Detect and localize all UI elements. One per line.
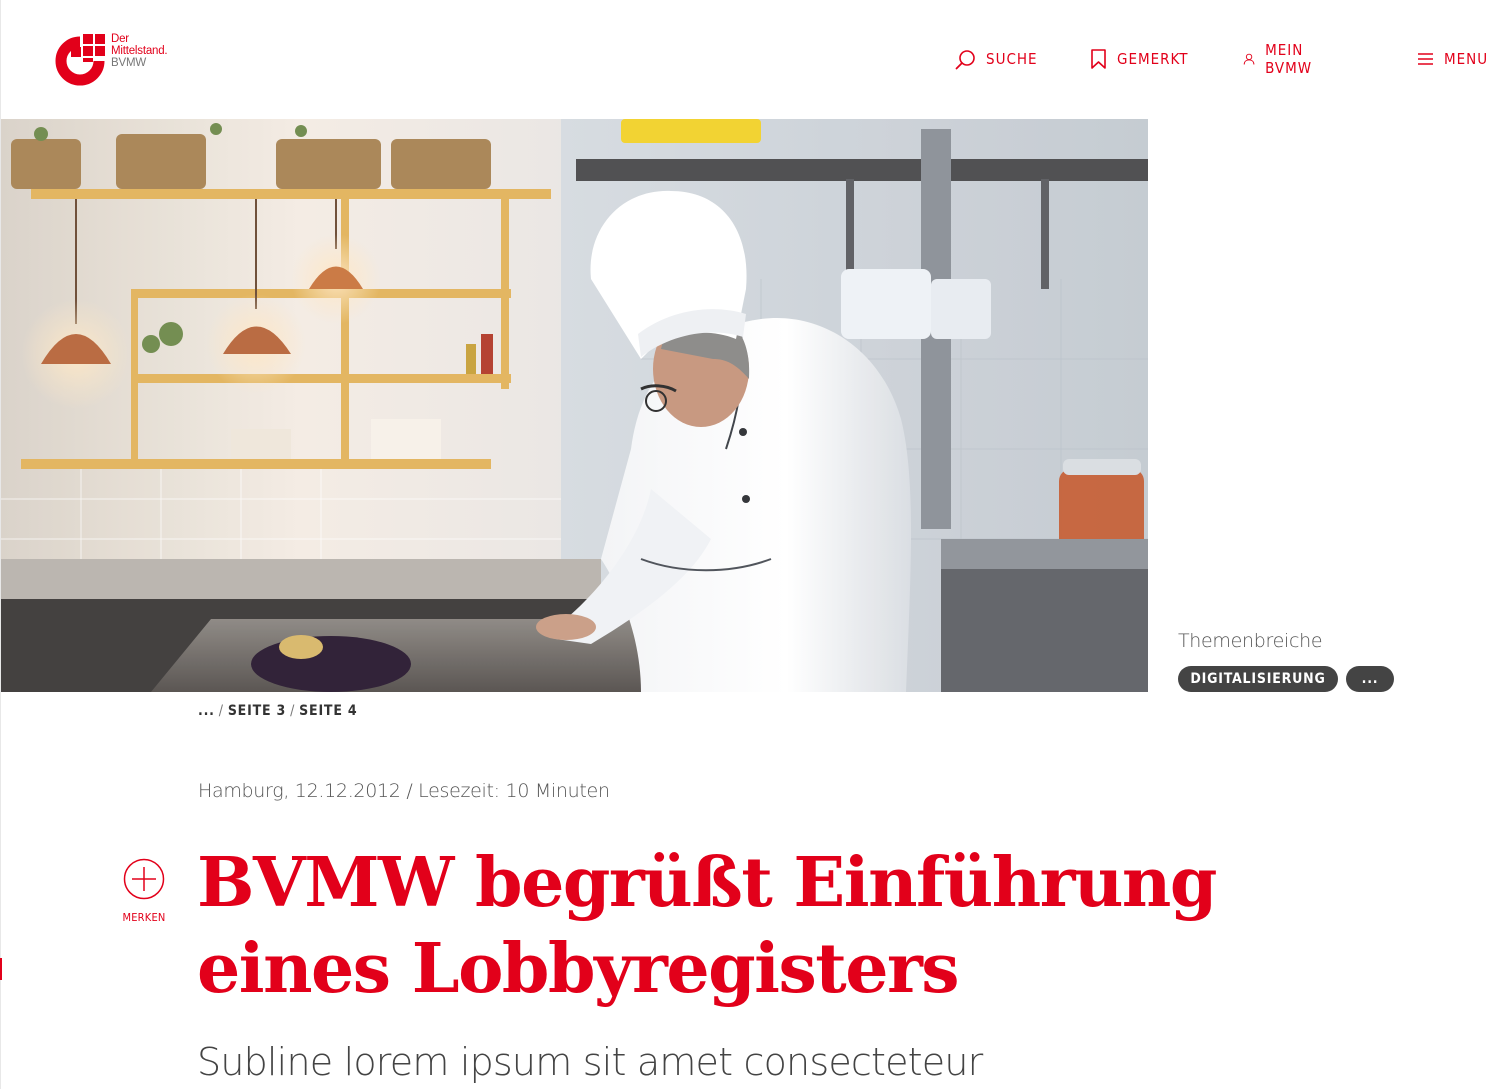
- nav-search-button[interactable]: SUCHE: [955, 47, 1038, 71]
- nav-account-label: MEIN BVMW: [1265, 41, 1313, 77]
- logo-line-1: Der: [111, 33, 129, 45]
- breadcrumb-ellipsis[interactable]: ...: [198, 703, 215, 719]
- nav-saved-button[interactable]: GEMERKT: [1090, 47, 1188, 71]
- topics-label: Themenbreiche: [1178, 630, 1323, 652]
- plus-circle-icon: [123, 858, 165, 900]
- article-headline: BVMW begrüßt Einführung eines Lobbyregis…: [197, 840, 1317, 1012]
- breadcrumb: ... / SEITE 3 / SEITE 4: [198, 703, 357, 719]
- breadcrumb-item-seite-4[interactable]: SEITE 4: [299, 703, 357, 719]
- user-icon: [1243, 53, 1255, 65]
- breadcrumb-separator: /: [290, 703, 296, 719]
- search-icon: [955, 49, 975, 69]
- hero-image: [1, 119, 1148, 692]
- headline-line-2: eines Lobbyregisters: [197, 929, 960, 1009]
- topic-chip-digitalisierung[interactable]: DIGITALISIERUNG: [1178, 666, 1338, 692]
- headline-line-1: BVMW begrüßt Einführung: [197, 843, 1217, 923]
- nav-menu-button[interactable]: MENU: [1417, 47, 1488, 71]
- article-subline: Subline lorem ipsum sit amet consecteteu…: [197, 1040, 983, 1084]
- bvmw-logo[interactable]: Der Mittelstand. BVMW: [54, 33, 194, 89]
- menu-icon: [1418, 53, 1433, 65]
- nav-search-label: SUCHE: [986, 50, 1038, 68]
- site-header: Der Mittelstand. BVMW SUCHE GEMERKT MEIN…: [0, 0, 1509, 118]
- bookmark-article-label: MERKEN: [122, 911, 166, 924]
- nav-account-button[interactable]: MEIN BVMW: [1243, 41, 1320, 77]
- logo-mark-icon: [55, 33, 108, 86]
- chef-kitchen-illustration: [1, 119, 1148, 692]
- logo-wordmark: Der Mittelstand. BVMW: [111, 33, 168, 69]
- topic-chip-more[interactable]: ...: [1346, 666, 1394, 692]
- article-meta: Hamburg, 12.12.2012 / Lesezeit: 10 Minut…: [198, 780, 610, 802]
- bookmark-article-button[interactable]: MERKEN: [120, 858, 168, 928]
- breadcrumb-separator: /: [218, 703, 224, 719]
- nav-saved-label: GEMERKT: [1117, 50, 1189, 68]
- scroll-progress-indicator: [0, 958, 2, 980]
- nav-menu-label: MENU: [1444, 50, 1489, 68]
- bookmark-icon: [1091, 49, 1106, 69]
- logo-line-3: BVMW: [111, 57, 146, 69]
- logo-line-2: Mittelstand.: [111, 45, 168, 57]
- breadcrumb-item-seite-3[interactable]: SEITE 3: [228, 703, 286, 719]
